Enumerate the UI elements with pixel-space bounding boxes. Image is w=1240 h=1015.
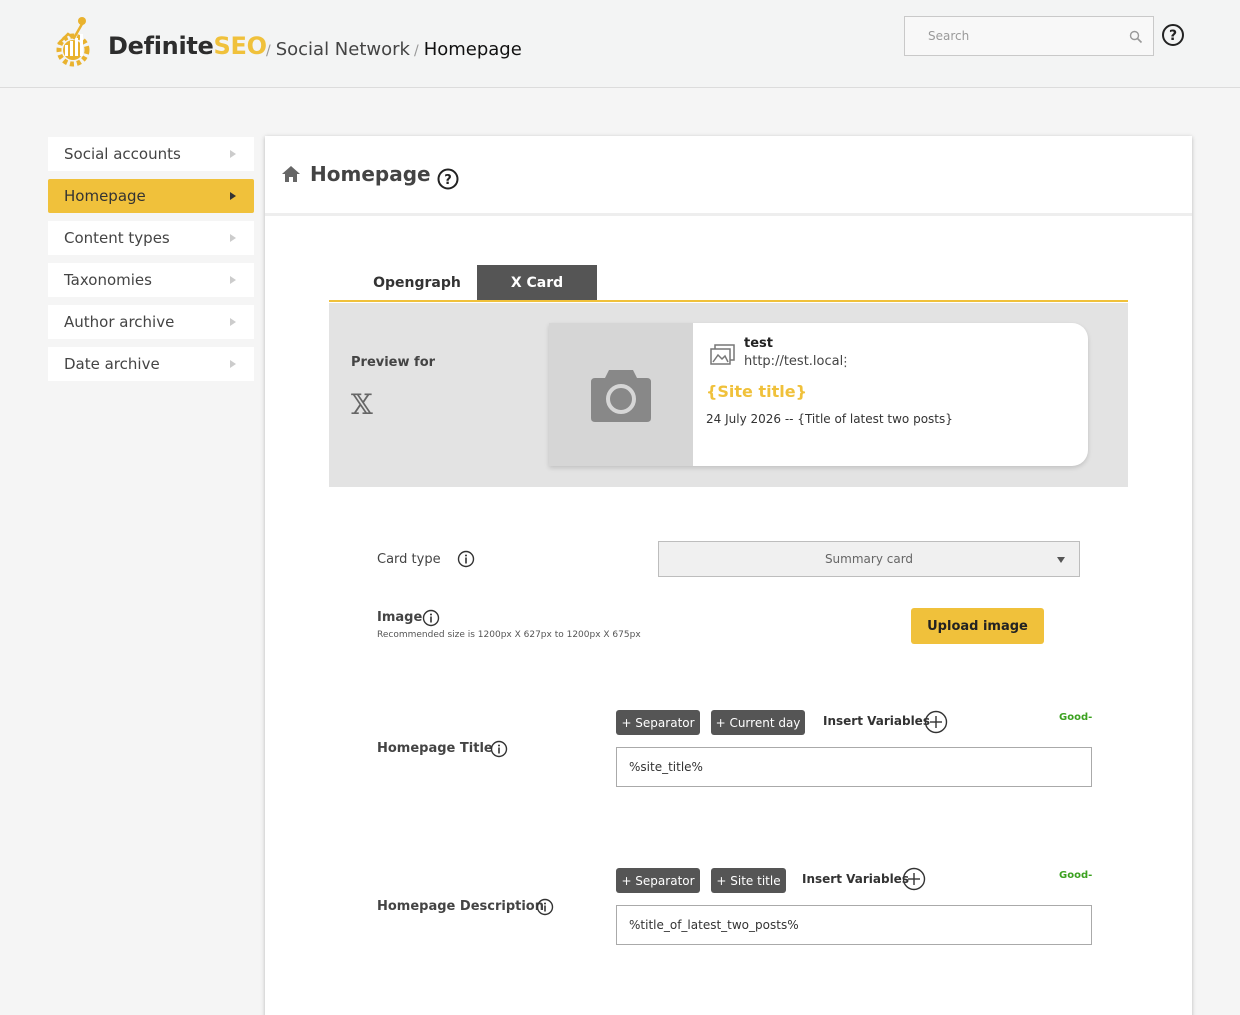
sidebar-item-taxonomies[interactable]: Taxonomies — [48, 263, 254, 297]
chevron-right-icon — [230, 234, 236, 242]
card-title: {Site title} — [706, 382, 807, 401]
home-icon — [281, 165, 301, 187]
definiteseo-logo-icon[interactable] — [52, 14, 96, 68]
info-icon[interactable] — [490, 740, 508, 762]
separator-variable-button[interactable]: + Separator — [616, 710, 700, 735]
card-type-label: Card type — [377, 552, 441, 567]
help-circle-icon[interactable]: ? — [1161, 23, 1185, 51]
card-site-url: http://test.local — [744, 354, 844, 369]
svg-text:?: ? — [444, 173, 452, 188]
preview-label: Preview for — [351, 355, 436, 370]
insert-variables-label: Insert Variables — [823, 714, 930, 728]
sidebar-item-label: Content types — [64, 229, 170, 247]
brand-name[interactable]: DefiniteSEO — [108, 32, 267, 60]
card-site-name: test — [744, 336, 773, 351]
chevron-right-icon — [230, 318, 236, 326]
breadcrumb-social-network[interactable]: Social Network — [276, 39, 410, 60]
image-icon — [710, 344, 736, 370]
breadcrumb: / Social Network / Homepage — [262, 39, 522, 60]
sidebar-item-label: Author archive — [64, 313, 175, 331]
svg-text:?: ? — [1169, 28, 1177, 44]
image-label: Image — [377, 610, 423, 625]
current-day-variable-button[interactable]: + Current day — [711, 710, 805, 735]
image-size-hint: Recommended size is 1200px X 627px to 12… — [377, 630, 641, 640]
homepage-title-label: Homepage Title — [377, 741, 493, 756]
insert-variables-label: Insert Variables — [802, 872, 909, 886]
homepage-description-input[interactable] — [616, 905, 1092, 945]
more-vertical-icon[interactable]: ⋮ — [839, 355, 852, 370]
upload-image-button[interactable]: Upload image — [911, 608, 1044, 644]
sidebar-item-date-archive[interactable]: Date archive — [48, 347, 254, 381]
sidebar-item-label: Homepage — [64, 187, 146, 205]
info-icon[interactable] — [422, 609, 440, 631]
brand-name-part1: Definite — [108, 32, 214, 60]
card-type-select[interactable]: Summary card — [658, 541, 1080, 577]
help-circle-icon[interactable]: ? — [437, 168, 459, 194]
sidebar-item-label: Social accounts — [64, 145, 181, 163]
sidebar-item-content-types[interactable]: Content types — [48, 221, 254, 255]
breadcrumb-homepage: Homepage — [423, 39, 522, 60]
camera-icon — [591, 366, 651, 426]
chevron-down-icon — [1057, 557, 1065, 563]
sidebar-item-label: Date archive — [64, 355, 160, 373]
info-icon[interactable] — [457, 550, 475, 572]
homepage-title-input[interactable] — [616, 747, 1092, 787]
card-preview: Preview for 𝕏 test http://test.local ⋮ {… — [329, 303, 1128, 487]
card-type-value: Summary card — [824, 552, 914, 566]
brand-name-part2: SEO — [213, 32, 267, 60]
add-circle-icon[interactable] — [924, 710, 948, 738]
search-box[interactable] — [904, 16, 1154, 56]
tab-bar: Opengraph X Card — [329, 265, 1128, 302]
tab-x-card[interactable]: X Card — [477, 265, 597, 300]
description-status-badge: Good- — [1059, 870, 1093, 881]
sidebar-item-author-archive[interactable]: Author archive — [48, 305, 254, 339]
separator-variable-button[interactable]: + Separator — [616, 868, 700, 893]
page-title: Homepage — [310, 162, 431, 186]
search-icon[interactable] — [1129, 29, 1143, 48]
tab-opengraph[interactable]: Opengraph — [351, 265, 483, 300]
sidebar-item-label: Taxonomies — [64, 271, 152, 289]
search-input[interactable] — [905, 17, 1105, 55]
chevron-right-icon — [230, 192, 236, 200]
card-description: 24 July 2026 -- {Title of latest two pos… — [706, 412, 953, 426]
add-circle-icon[interactable] — [902, 867, 926, 895]
panel-header: Homepage ? — [265, 136, 1192, 216]
site-title-variable-button[interactable]: + Site title — [711, 868, 786, 893]
card-image-placeholder — [549, 323, 693, 466]
x-logo-icon: 𝕏 — [351, 388, 373, 421]
sidebar-item-homepage[interactable]: Homepage — [48, 179, 254, 213]
homepage-panel: Homepage ? Opengraph X Card Preview for … — [265, 136, 1192, 1015]
info-icon[interactable] — [536, 898, 554, 920]
homepage-description-label: Homepage Description — [377, 899, 544, 914]
top-bar: DefiniteSEO /Social Network/Homepage ? — [0, 0, 1240, 88]
chevron-right-icon — [230, 360, 236, 368]
sidebar-item-social-accounts[interactable]: Social accounts — [48, 137, 254, 171]
breadcrumb-separator: / — [413, 43, 419, 59]
title-status-badge: Good- — [1059, 712, 1093, 723]
chevron-right-icon — [230, 276, 236, 284]
chevron-right-icon — [230, 150, 236, 158]
breadcrumb-separator: / — [266, 43, 271, 59]
x-card-preview: test http://test.local ⋮ {Site title} 24… — [549, 323, 1088, 466]
